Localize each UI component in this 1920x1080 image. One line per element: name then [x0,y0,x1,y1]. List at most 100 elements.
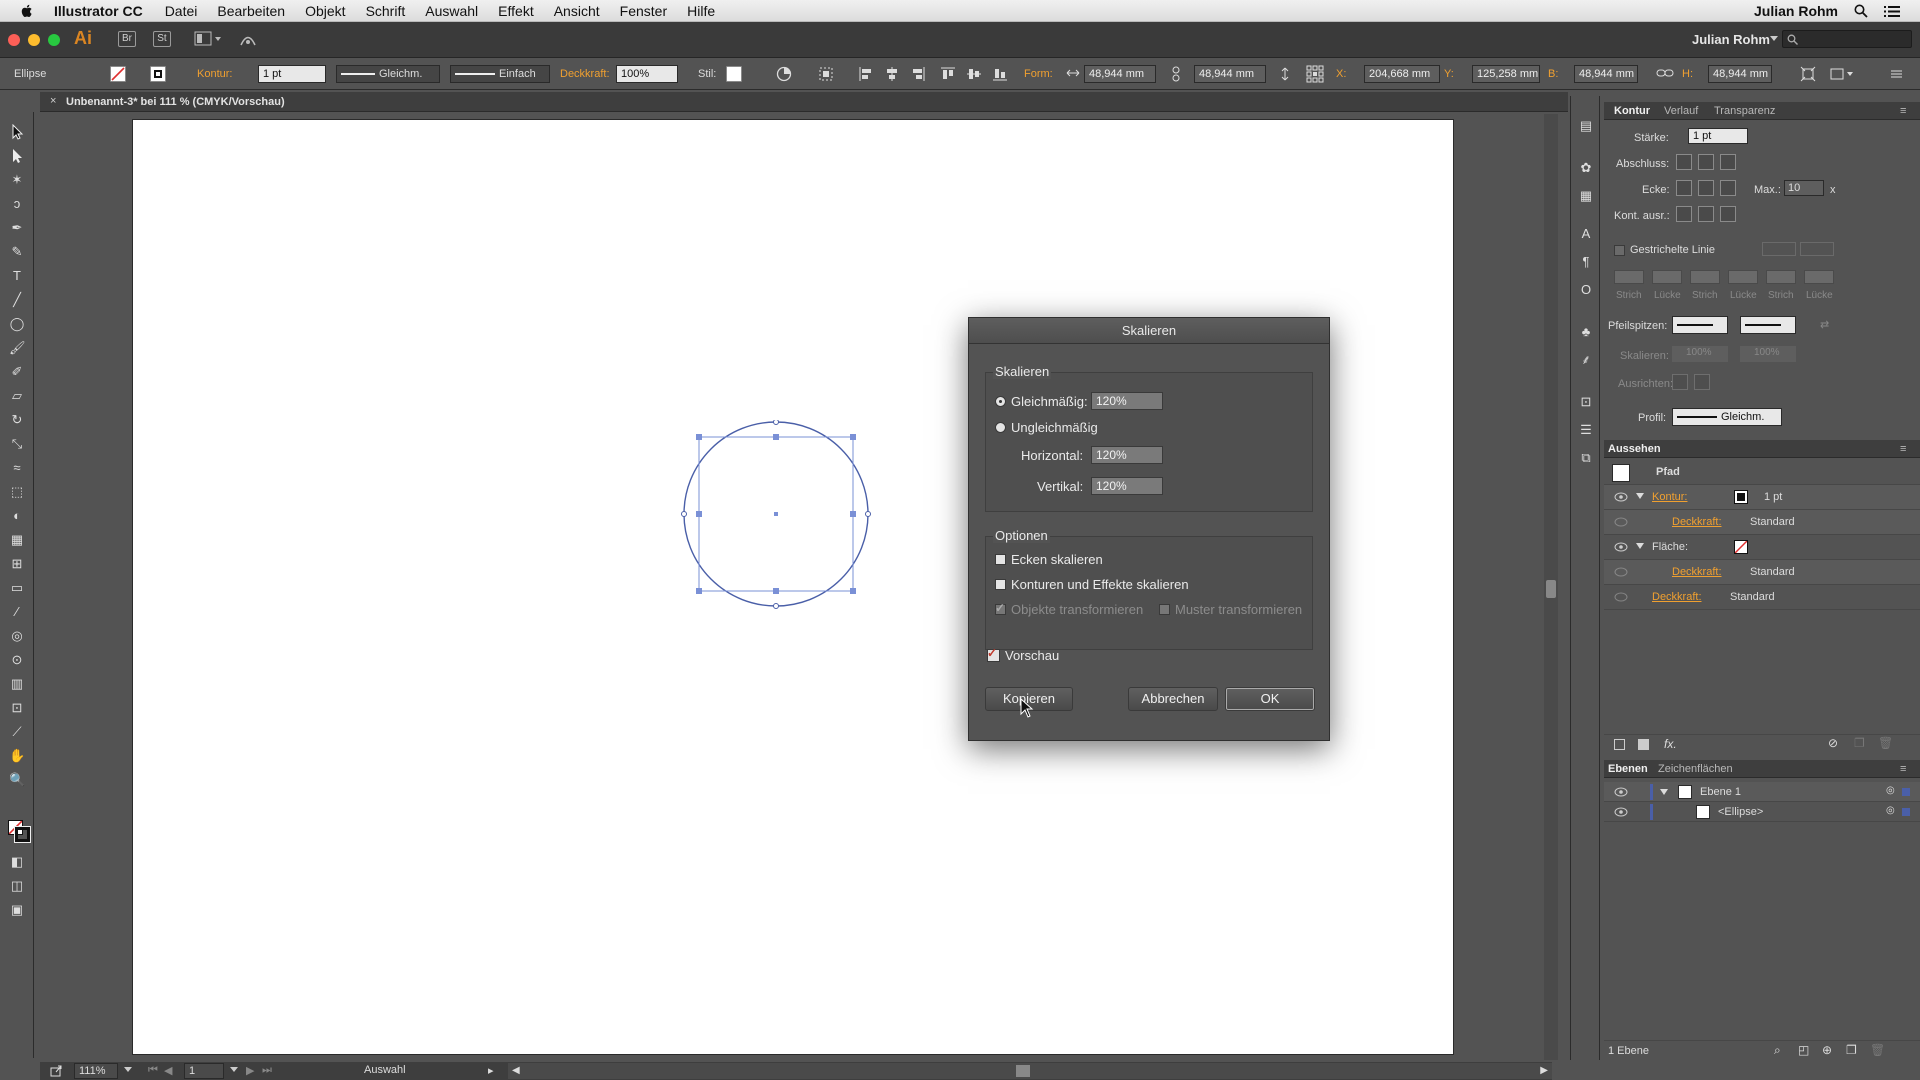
direct-selection-tool-icon[interactable] [9,148,25,164]
arrowhead-start-dropdown[interactable] [1672,316,1728,334]
account-dropdown-icon[interactable] [1770,36,1778,41]
height-field[interactable]: 48,944 mm [1708,65,1772,83]
pathfinder-icon[interactable]: ⧉ [1578,450,1594,466]
expand-triangle-icon[interactable] [1636,543,1644,549]
visibility-eye-icon[interactable] [1614,592,1628,602]
perspective-grid-tool-icon[interactable]: ▦ [9,532,25,548]
layer-target-icon[interactable]: ◎ [1886,785,1895,796]
x-label[interactable]: X: [1336,68,1346,80]
reference-point-icon[interactable] [1306,65,1324,86]
gap-1-field[interactable] [1652,270,1682,284]
visibility-eye-icon[interactable] [1614,492,1628,502]
tab-verlauf[interactable]: Verlauf [1664,105,1698,117]
align-stroke-outside-button[interactable] [1720,206,1736,222]
menu-ansicht[interactable]: Ansicht [554,3,600,19]
stroke-weight-field[interactable]: 1 pt [258,65,326,83]
brushes-icon[interactable]: ⸙ [1578,352,1594,368]
spotlight-icon[interactable] [1854,4,1868,18]
constrain-proportions-icon[interactable] [1656,66,1674,83]
add-fill-icon[interactable] [1638,739,1649,750]
symbols-icon[interactable]: ♣ [1578,324,1594,340]
apple-icon[interactable] [18,3,36,19]
locate-object-icon[interactable]: ⌕ [1774,1043,1781,1058]
menubar-user[interactable]: Julian Rohm [1754,3,1838,19]
menu-app-name[interactable]: Illustrator CC [54,3,143,19]
sublayer-selection-indicator[interactable] [1902,808,1910,816]
layer-expand-icon[interactable] [1660,789,1668,795]
zoom-level-field[interactable]: 111% [74,1063,118,1079]
arrange-documents-icon[interactable] [194,31,222,47]
shape-builder-tool-icon[interactable]: ◐ [9,508,25,524]
vertical-scrollbar[interactable] [1544,114,1558,1060]
align-left-icon[interactable] [858,66,874,85]
document-tab[interactable]: × Unbenannt-3* bei 111 % (CMYK/Vorschau) [40,92,1568,112]
gradient-tool-icon[interactable]: ▭ [9,580,25,596]
artboard-number-field[interactable]: 1 [184,1063,224,1079]
vertical-scale-field[interactable]: 120% [1091,477,1163,495]
expand-triangle-icon[interactable] [1636,493,1644,499]
stroke-swatch[interactable] [150,66,166,82]
bevel-join-button[interactable] [1720,180,1736,196]
form-width-field[interactable]: 48,944 mm [1084,65,1156,83]
layer-row-ellipse[interactable]: <Ellipse> ◎ [1604,802,1920,822]
help-search-input[interactable] [1782,30,1912,48]
create-layer-icon[interactable]: ❐ [1846,1043,1857,1057]
round-join-button[interactable] [1698,180,1714,196]
object-opacity-link[interactable]: Deckkraft: [1652,591,1702,603]
sublayer-visibility-eye-icon[interactable] [1614,807,1628,817]
eraser-tool-icon[interactable]: ▱ [9,388,25,404]
link-proportions-icon[interactable] [1170,66,1182,85]
layer-selection-indicator[interactable] [1902,788,1910,796]
status-tool-label[interactable]: Auswahl [364,1064,406,1076]
create-sublayer-icon[interactable]: ⊕ [1822,1043,1832,1057]
swap-arrowheads-icon[interactable]: ⇄ [1820,318,1829,331]
layer-name-ellipse[interactable]: <Ellipse> [1718,806,1763,818]
paintbrush-tool-icon[interactable]: 🖌 [9,340,26,356]
profile-dropdown[interactable]: Gleichm. [1672,408,1782,426]
visibility-eye-icon[interactable] [1614,567,1628,577]
x-position-field[interactable]: 204,668 mm [1364,65,1440,83]
warp-tool-icon[interactable]: ≈ [9,460,25,476]
align-top-icon[interactable] [940,66,956,85]
zoom-window-button[interactable] [48,34,60,46]
notification-list-icon[interactable] [1884,5,1900,18]
layer-row-ebene-1[interactable]: Ebene 1 ◎ [1604,782,1920,802]
menu-datei[interactable]: Datei [165,3,198,19]
hand-tool-icon[interactable]: ✋ [9,748,25,764]
h-label[interactable]: H: [1682,68,1693,80]
appearance-row-stroke[interactable]: Kontur: 1 pt [1604,485,1920,510]
visibility-eye-icon[interactable] [1614,517,1628,527]
first-artboard-icon[interactable]: ⏮ [148,1064,158,1077]
delete-layer-icon[interactable]: 🗑 [1870,1043,1885,1057]
form-height-field[interactable]: 48,944 mm [1194,65,1266,83]
tab-zeichenflaechen[interactable]: Zeichenflächen [1658,763,1733,775]
align-stroke-inside-button[interactable] [1698,206,1714,222]
graphic-style-swatch[interactable] [726,66,742,82]
duplicate-item-icon[interactable]: ❐ [1854,736,1865,750]
opacity-label[interactable]: Deckkraft: [560,68,610,80]
close-document-icon[interactable]: × [50,95,56,107]
rotate-tool-icon[interactable]: ↻ [9,412,25,428]
dash-1-field[interactable] [1614,270,1644,284]
gpu-performance-icon[interactable] [238,30,258,48]
uniform-radio[interactable] [995,396,1006,407]
close-window-button[interactable] [8,34,20,46]
align-bottom-icon[interactable] [992,66,1008,85]
align-stroke-center-button[interactable] [1676,206,1692,222]
dash-3-field[interactable] [1766,270,1796,284]
horizontal-scale-field[interactable]: 120% [1091,446,1163,464]
pen-tool-icon[interactable]: ✒ [9,220,25,236]
artboard-tool-icon[interactable]: ⊡ [9,700,25,716]
align-center-horizontal-icon[interactable] [884,66,900,85]
recolor-artwork-icon[interactable] [776,66,792,85]
uniform-scale-field[interactable]: 120% [1091,392,1163,410]
stroke-panel-menu-icon[interactable]: ≡ [1900,105,1906,117]
bridge-button[interactable]: Br [118,31,136,47]
selection-tool-icon[interactable] [9,123,25,140]
gap-3-field[interactable] [1804,270,1834,284]
align-panel-icon[interactable]: ☰ [1578,422,1594,438]
character-icon[interactable]: A [1578,226,1594,242]
menu-hilfe[interactable]: Hilfe [687,3,715,19]
y-label[interactable]: Y: [1444,68,1454,80]
appearance-row-fill-opacity[interactable]: Deckkraft: Standard [1604,560,1920,585]
